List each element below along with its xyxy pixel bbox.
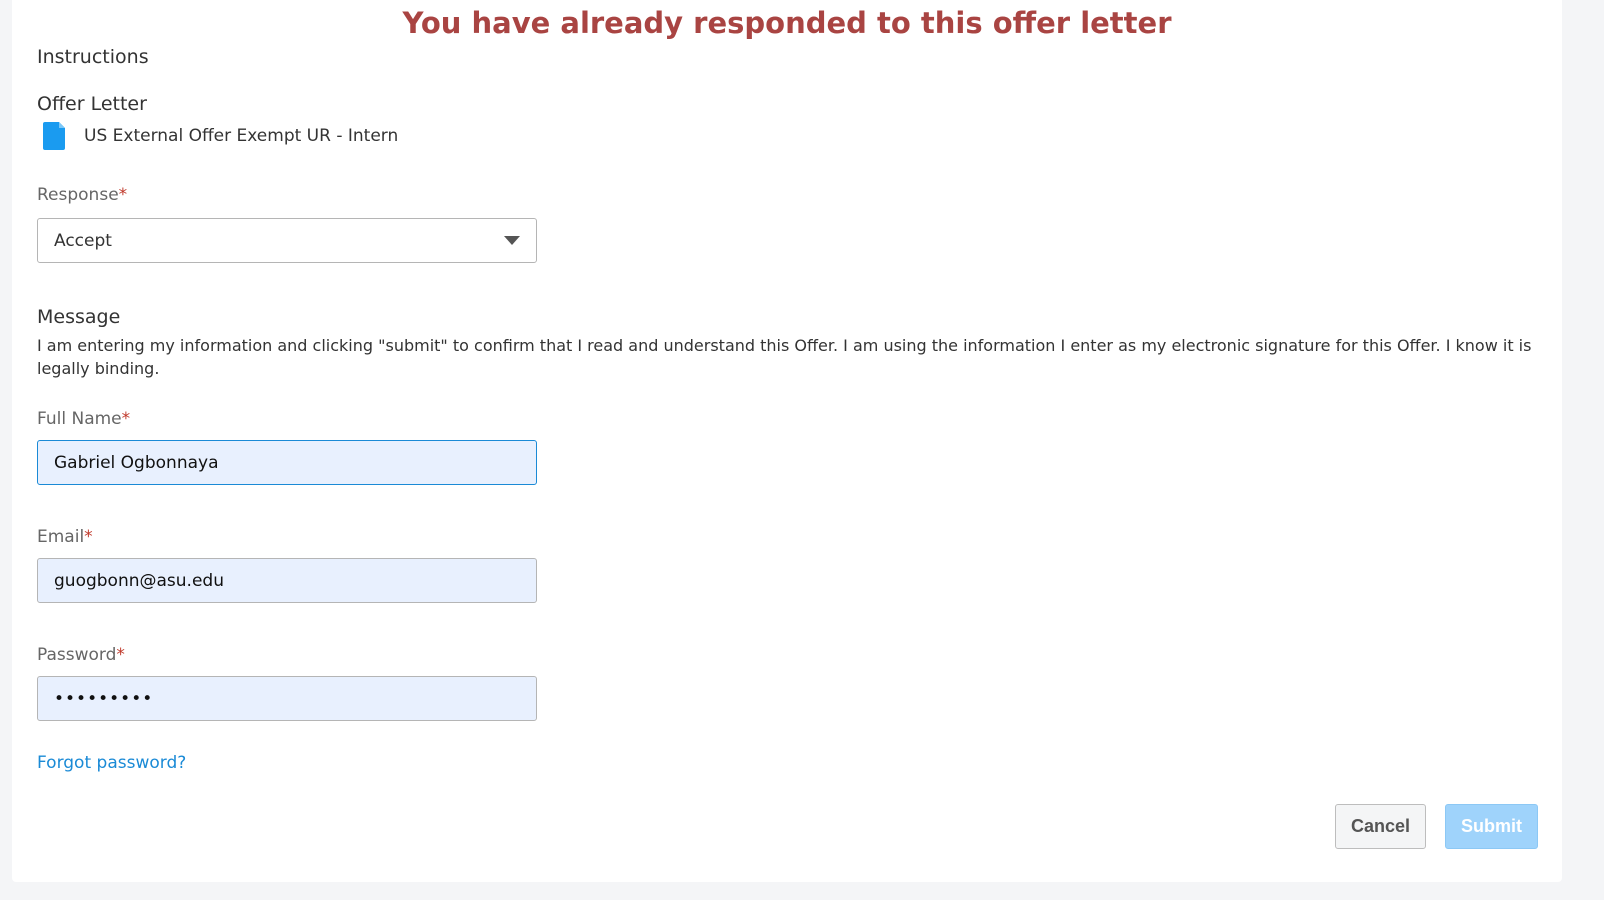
submit-button[interactable]: Submit [1445, 804, 1538, 849]
required-marker: * [121, 409, 131, 429]
required-marker: * [116, 645, 125, 665]
offer-letter-heading: Offer Letter [37, 93, 147, 115]
password-label: Password* [37, 645, 125, 665]
required-marker: * [118, 185, 128, 205]
offer-letter-link[interactable]: US External Offer Exempt UR - Intern [84, 126, 398, 146]
offer-letter-document[interactable]: US External Offer Exempt UR - Intern [43, 122, 398, 150]
response-label: Response* [37, 185, 127, 205]
password-input[interactable] [37, 676, 537, 721]
forgot-password-link[interactable]: Forgot password? [37, 753, 186, 773]
response-select-value: Accept [54, 230, 112, 251]
already-responded-banner: You have already responded to this offer… [402, 6, 1172, 40]
password-label-text: Password [37, 645, 117, 665]
email-label-text: Email [37, 527, 85, 547]
response-label-text: Response [37, 185, 119, 205]
cancel-button[interactable]: Cancel [1335, 804, 1426, 849]
email-input[interactable] [37, 558, 537, 603]
chevron-down-icon [504, 236, 520, 245]
message-heading: Message [37, 306, 121, 328]
required-marker: * [84, 527, 93, 547]
full-name-input[interactable] [37, 440, 537, 485]
instructions-heading: Instructions [37, 46, 149, 68]
full-name-label-text: Full Name [37, 409, 122, 429]
offer-response-card: You have already responded to this offer… [12, 0, 1562, 882]
full-name-label: Full Name* [37, 409, 130, 429]
document-icon [43, 122, 65, 150]
message-body: I am entering my information and clickin… [37, 336, 1532, 378]
response-select[interactable]: Accept [37, 218, 537, 263]
email-label: Email* [37, 527, 93, 547]
